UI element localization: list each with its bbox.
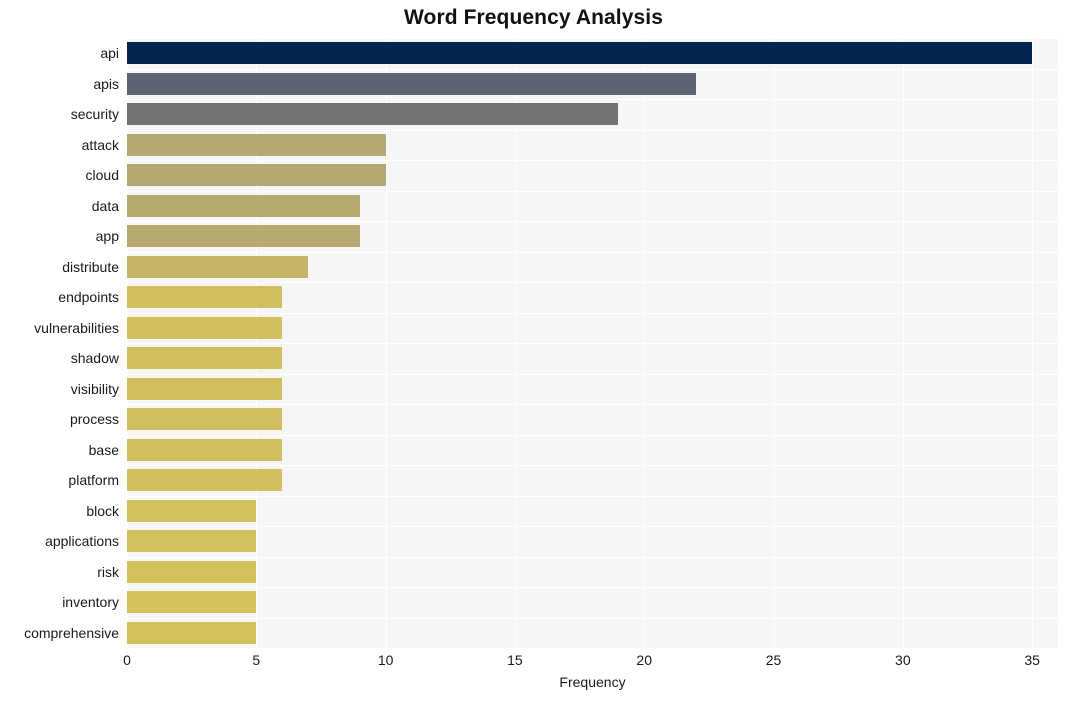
y-tick-label-endpoints: endpoints <box>58 289 119 306</box>
x-tick-label-10: 10 <box>377 652 394 668</box>
bar-row <box>127 253 1058 281</box>
bar-visibility <box>127 377 283 400</box>
bar-applications <box>127 530 257 553</box>
bar-row <box>127 619 1058 647</box>
y-tick-label-base: base <box>88 441 119 458</box>
chart-figure: Word Frequency Analysis api apis security a… <box>0 0 1067 701</box>
bar-apis <box>127 72 696 95</box>
bar-row <box>127 192 1058 220</box>
bar-base <box>127 438 283 461</box>
y-tick-label-apis: apis <box>93 75 119 92</box>
bar-row <box>127 222 1058 250</box>
y-tick-label-attack: attack <box>81 136 119 153</box>
bar-shadow <box>127 347 283 370</box>
y-tick-label-process: process <box>69 411 119 428</box>
y-tick-label-comprehensive: comprehensive <box>24 624 119 641</box>
bar-row <box>127 344 1058 372</box>
y-tick-label-block: block <box>86 502 119 519</box>
x-tick-label-25: 25 <box>765 652 782 668</box>
bar-endpoints <box>127 286 283 309</box>
y-tick-label-api: api <box>100 45 119 62</box>
bar-row <box>127 131 1058 159</box>
bar-row <box>127 39 1058 67</box>
x-tick-label-15: 15 <box>507 652 523 668</box>
bar-row <box>127 405 1058 433</box>
bar-security <box>127 103 619 126</box>
bar-row <box>127 466 1058 494</box>
y-axis-tick-labels: api apis security attack cloud data app distrib… <box>0 38 119 648</box>
bar-row <box>127 314 1058 342</box>
bar-attack <box>127 133 386 156</box>
bar-vulnerabilities <box>127 316 283 339</box>
bar-process <box>127 408 283 431</box>
y-tick-label-distribute: distribute <box>62 258 119 275</box>
y-tick-label-vulnerabilities: vulnerabilities <box>34 319 119 336</box>
bar-app <box>127 225 360 248</box>
bar-row <box>127 100 1058 128</box>
y-tick-label-security: security <box>70 106 119 123</box>
bar-risk <box>127 560 257 583</box>
x-tick-label-5: 5 <box>252 652 261 668</box>
y-tick-label-cloud: cloud <box>85 167 119 184</box>
bar-row <box>127 588 1058 616</box>
bars-layer <box>127 38 1058 648</box>
bar-row <box>127 283 1058 311</box>
bar-row <box>127 527 1058 555</box>
x-tick-label-20: 20 <box>636 652 652 668</box>
y-tick-label-platform: platform <box>68 472 119 489</box>
x-axis-tick-labels: 0 5 10 15 20 25 30 35 <box>0 652 1067 674</box>
x-axis-title: Frequency <box>559 674 626 690</box>
bar-inventory <box>127 591 257 614</box>
bar-api <box>127 42 1033 65</box>
page-title: Word Frequency Analysis <box>403 6 664 29</box>
bar-row <box>127 436 1058 464</box>
bar-row <box>127 375 1058 403</box>
x-tick-label-35: 35 <box>1024 652 1040 668</box>
bar-cloud <box>127 164 386 187</box>
bar-comprehensive <box>127 621 257 644</box>
y-tick-label-shadow: shadow <box>70 350 119 367</box>
y-tick-label-applications: applications <box>45 533 119 550</box>
x-tick-label-0: 0 <box>123 652 131 668</box>
bar-row <box>127 70 1058 98</box>
y-tick-label-risk: risk <box>97 563 119 580</box>
y-tick-label-app: app <box>95 228 119 245</box>
x-tick-label-30: 30 <box>895 652 911 668</box>
bar-data <box>127 194 360 217</box>
bar-block <box>127 499 257 522</box>
bar-distribute <box>127 255 309 278</box>
y-tick-label-visibility: visibility <box>70 380 119 397</box>
y-tick-label-inventory: inventory <box>62 594 119 611</box>
bar-row <box>127 161 1058 189</box>
bar-row <box>127 497 1058 525</box>
y-tick-label-data: data <box>91 197 119 214</box>
bar-platform <box>127 469 283 492</box>
plot-area <box>127 38 1058 648</box>
bar-row <box>127 558 1058 586</box>
